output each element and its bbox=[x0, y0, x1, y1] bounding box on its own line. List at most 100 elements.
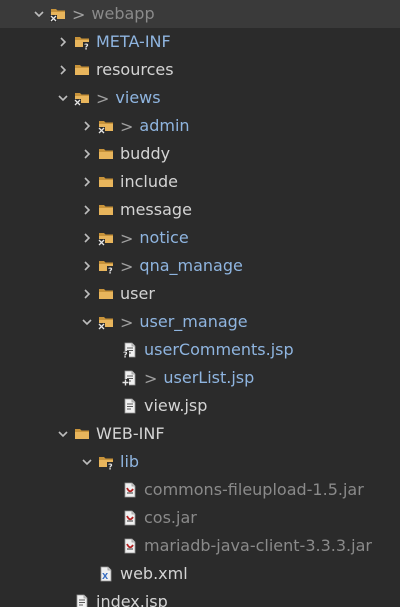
folder-source-icon bbox=[74, 90, 90, 106]
tree-item-label: admin bbox=[139, 116, 190, 135]
tree-item-meta-inf[interactable]: ? META-INF bbox=[0, 28, 400, 56]
tree-item-label: user bbox=[120, 284, 155, 303]
tree-item-include[interactable]: include bbox=[0, 168, 400, 196]
folder-question-icon: ? bbox=[74, 34, 90, 50]
tree-item-index-jsp[interactable]: index.jsp bbox=[0, 588, 400, 607]
svg-text:?: ? bbox=[108, 267, 113, 275]
chevron-down-icon[interactable] bbox=[56, 84, 70, 112]
svg-text:X: X bbox=[102, 572, 109, 581]
chevron-right-icon[interactable] bbox=[80, 280, 94, 308]
tree-item-label: view.jsp bbox=[144, 396, 208, 415]
folder-source-icon bbox=[50, 6, 66, 22]
change-marker: > bbox=[120, 256, 134, 276]
folder-icon bbox=[98, 286, 114, 302]
chevron-right-icon[interactable] bbox=[80, 140, 94, 168]
chevron-down-icon[interactable] bbox=[32, 0, 46, 28]
tree-item-label: buddy bbox=[120, 144, 171, 163]
tree-item-webapp[interactable]: > webapp bbox=[0, 0, 400, 28]
folder-icon bbox=[74, 426, 90, 442]
chevron-right-icon[interactable] bbox=[80, 168, 94, 196]
chevron-right-icon[interactable] bbox=[56, 56, 70, 84]
tree-item-label: web.xml bbox=[120, 564, 188, 583]
folder-icon bbox=[98, 146, 114, 162]
tree-item-commons-fileupload-jar[interactable]: commons-fileupload-1.5.jar bbox=[0, 476, 400, 504]
tree-item-userlist-jsp[interactable]: > userList.jsp bbox=[0, 364, 400, 392]
tree-item-label: user_manage bbox=[139, 312, 248, 331]
tree-item-label: META-INF bbox=[96, 32, 171, 51]
tree-item-message[interactable]: message bbox=[0, 196, 400, 224]
tree-item-web-inf[interactable]: WEB-INF bbox=[0, 420, 400, 448]
chevron-right-icon[interactable] bbox=[80, 252, 94, 280]
chevron-right-icon[interactable] bbox=[80, 196, 94, 224]
change-marker: > bbox=[72, 4, 86, 24]
tree-item-notice[interactable]: > notice bbox=[0, 224, 400, 252]
tree-item-web-xml[interactable]: Xweb.xml bbox=[0, 560, 400, 588]
tree-item-qna-manage[interactable]: ? > qna_manage bbox=[0, 252, 400, 280]
tree-item-label: cos.jar bbox=[144, 508, 197, 527]
tree-item-buddy[interactable]: buddy bbox=[0, 140, 400, 168]
chevron-down-icon[interactable] bbox=[80, 308, 94, 336]
tree-item-label: lib bbox=[120, 452, 140, 471]
tree-item-usercomments-jsp[interactable]: ? userComments.jsp bbox=[0, 336, 400, 364]
folder-source-icon bbox=[98, 314, 114, 330]
jsp-file-icon bbox=[74, 594, 90, 607]
chevron-right-icon[interactable] bbox=[80, 112, 94, 140]
tree-item-user-manage[interactable]: > user_manage bbox=[0, 308, 400, 336]
tree-item-resources[interactable]: resources bbox=[0, 56, 400, 84]
tree-item-label: index.jsp bbox=[96, 592, 168, 607]
change-marker: > bbox=[96, 88, 110, 108]
jsp-file-added-icon bbox=[122, 370, 138, 386]
tree-item-label: notice bbox=[139, 228, 189, 247]
folder-icon bbox=[98, 202, 114, 218]
tree-item-lib[interactable]: ? lib bbox=[0, 448, 400, 476]
svg-text:?: ? bbox=[123, 351, 128, 359]
jar-file-icon bbox=[122, 538, 138, 554]
chevron-right-icon[interactable] bbox=[80, 224, 94, 252]
folder-question-icon: ? bbox=[98, 454, 114, 470]
tree-item-label: resources bbox=[96, 60, 174, 79]
svg-text:?: ? bbox=[108, 463, 113, 471]
jsp-file-question-icon: ? bbox=[122, 342, 138, 358]
jar-file-icon bbox=[122, 482, 138, 498]
tree-item-views[interactable]: > views bbox=[0, 84, 400, 112]
folder-icon bbox=[74, 62, 90, 78]
tree-item-view-jsp[interactable]: view.jsp bbox=[0, 392, 400, 420]
svg-text:?: ? bbox=[84, 43, 89, 51]
xml-file-icon: X bbox=[98, 566, 114, 582]
tree-item-label: qna_manage bbox=[139, 256, 243, 275]
tree-item-label: webapp bbox=[91, 4, 155, 23]
change-marker: > bbox=[120, 228, 134, 248]
tree-item-label: userList.jsp bbox=[163, 368, 255, 387]
change-marker: > bbox=[120, 312, 134, 332]
tree-item-cos-jar[interactable]: cos.jar bbox=[0, 504, 400, 532]
chevron-down-icon[interactable] bbox=[80, 448, 94, 476]
chevron-right-icon[interactable] bbox=[56, 28, 70, 56]
tree-item-mariadb-jar[interactable]: mariadb-java-client-3.3.3.jar bbox=[0, 532, 400, 560]
tree-item-admin[interactable]: > admin bbox=[0, 112, 400, 140]
tree-item-label: WEB-INF bbox=[96, 424, 165, 443]
tree-item-label: mariadb-java-client-3.3.3.jar bbox=[144, 536, 372, 555]
tree-item-user[interactable]: user bbox=[0, 280, 400, 308]
jsp-file-icon bbox=[122, 398, 138, 414]
change-marker: > bbox=[144, 368, 158, 388]
tree-item-label: views bbox=[115, 88, 161, 107]
tree-item-label: userComments.jsp bbox=[144, 340, 294, 359]
folder-icon bbox=[98, 174, 114, 190]
chevron-down-icon[interactable] bbox=[56, 420, 70, 448]
folder-source-icon bbox=[98, 118, 114, 134]
tree-item-label: commons-fileupload-1.5.jar bbox=[144, 480, 364, 499]
tree-item-label: message bbox=[120, 200, 192, 219]
tree-item-label: include bbox=[120, 172, 178, 191]
jar-file-icon bbox=[122, 510, 138, 526]
folder-source-icon bbox=[98, 230, 114, 246]
change-marker: > bbox=[120, 116, 134, 136]
folder-question-icon: ? bbox=[98, 258, 114, 274]
